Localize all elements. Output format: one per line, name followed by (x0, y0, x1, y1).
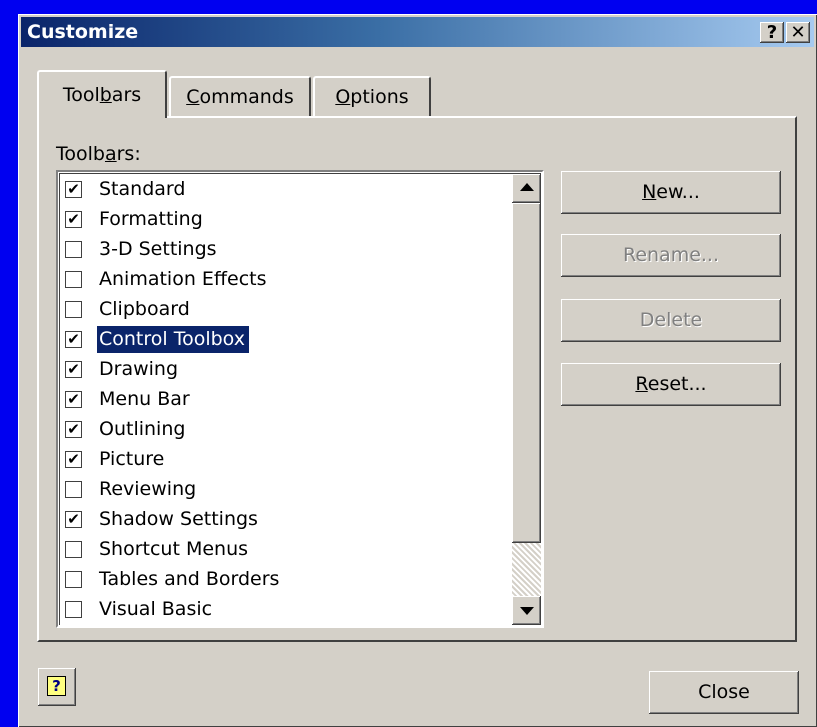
toolbar-list-item[interactable]: Visual Basic (63, 595, 501, 625)
whats-this-help-button[interactable]: ? (38, 668, 76, 706)
toolbar-checkbox[interactable]: ✔ (65, 331, 82, 348)
toolbar-list-item[interactable]: ✔ Standard (63, 175, 501, 205)
toolbar-checkbox[interactable] (65, 541, 82, 558)
toolbar-checkbox[interactable]: ✔ (65, 211, 82, 228)
toolbars-list-label: Toolbars: (56, 143, 141, 165)
toolbar-item-label: Formatting (99, 208, 203, 230)
delete-button[interactable]: Delete (561, 299, 781, 342)
help-icon: ? (47, 676, 66, 696)
toolbar-item-label: Control Toolbox (96, 325, 250, 354)
toolbar-list-item[interactable]: ✔ Shadow Settings (63, 505, 501, 535)
title-close-button[interactable]: ✕ (786, 22, 810, 43)
toolbar-item-label: Visual Basic (99, 598, 213, 620)
tab-commands-label: Commands (186, 86, 294, 108)
tab-toolbars-label: Toolbars (62, 84, 142, 106)
window-title: Customize (27, 21, 139, 43)
arrow-up-icon (520, 183, 534, 191)
toolbar-list-item[interactable]: ✔ Picture (63, 445, 501, 475)
toolbar-item-label: Shortcut Menus (99, 538, 249, 560)
toolbar-item-label: Outlining (99, 418, 186, 440)
toolbar-item-label: Animation Effects (99, 268, 267, 290)
scroll-track[interactable] (512, 543, 541, 599)
rename-button[interactable]: Rename... (561, 234, 781, 277)
toolbar-list-item[interactable]: ✔ Control Toolbox (63, 325, 501, 355)
toolbar-checkbox[interactable] (65, 571, 82, 588)
toolbar-list-item[interactable]: ✔ Menu Bar (63, 385, 501, 415)
toolbar-checkbox[interactable] (65, 481, 82, 498)
toolbar-item-label: 3-D Settings (99, 238, 217, 260)
scroll-up-button[interactable] (512, 174, 541, 203)
toolbar-checkbox[interactable] (65, 301, 82, 318)
toolbar-item-label: Standard (99, 178, 186, 200)
toolbar-checkbox[interactable]: ✔ (65, 181, 82, 198)
toolbars-listbox[interactable]: Visual Basic Tables and Borders Shortcut M… (56, 170, 544, 628)
title-bar[interactable]: Customize ? ✕ (21, 17, 814, 47)
toolbars-list: Visual Basic Tables and Borders Shortcut M… (59, 173, 541, 625)
tab-options-label: Options (335, 86, 409, 108)
toolbar-checkbox[interactable] (65, 601, 82, 618)
toolbar-list-item[interactable]: Clipboard (63, 295, 501, 325)
toolbar-checkbox[interactable]: ✔ (65, 421, 82, 438)
toolbar-list-item[interactable]: Shortcut Menus (63, 535, 501, 565)
arrow-down-icon (520, 607, 534, 615)
tab-options[interactable]: Options (313, 76, 431, 116)
toolbar-list-item[interactable]: ✔ Drawing (63, 355, 501, 385)
toolbar-checkbox[interactable] (65, 241, 82, 258)
toolbar-checkbox[interactable]: ✔ (65, 451, 82, 468)
toolbar-checkbox[interactable]: ✔ (65, 391, 82, 408)
toolbar-list-item[interactable]: ✔ Formatting (63, 205, 501, 235)
toolbar-list-item[interactable]: Animation Effects (63, 265, 501, 295)
reset-button[interactable]: Reset... (561, 363, 781, 406)
vertical-scrollbar[interactable] (512, 174, 541, 625)
toolbar-list-item[interactable]: 3-D Settings (63, 235, 501, 265)
new-button[interactable]: New... (561, 171, 781, 214)
toolbar-checkbox[interactable]: ✔ (65, 361, 82, 378)
tab-commands[interactable]: Commands (169, 76, 311, 116)
toolbar-item-label: Drawing (99, 358, 179, 380)
title-help-button[interactable]: ? (760, 22, 784, 43)
toolbar-list-item[interactable]: Tables and Borders (63, 565, 501, 595)
scroll-thumb[interactable] (512, 203, 541, 543)
toolbar-list-item[interactable]: ✔ Outlining (63, 415, 501, 445)
toolbar-item-label: Menu Bar (99, 388, 190, 410)
toolbar-item-label: Tables and Borders (99, 568, 280, 590)
tab-toolbars[interactable]: Toolbars (37, 70, 167, 118)
toolbar-item-label: Picture (99, 448, 165, 470)
toolbar-item-label: Clipboard (99, 298, 190, 320)
scroll-down-button[interactable] (512, 596, 541, 625)
toolbar-list-item[interactable]: Reviewing (63, 475, 501, 505)
close-button[interactable]: Close (649, 671, 799, 714)
toolbar-item-label: Shadow Settings (99, 508, 258, 530)
toolbar-checkbox[interactable]: ✔ (65, 511, 82, 528)
toolbar-item-label: Reviewing (99, 478, 197, 500)
toolbar-checkbox[interactable] (65, 271, 82, 288)
